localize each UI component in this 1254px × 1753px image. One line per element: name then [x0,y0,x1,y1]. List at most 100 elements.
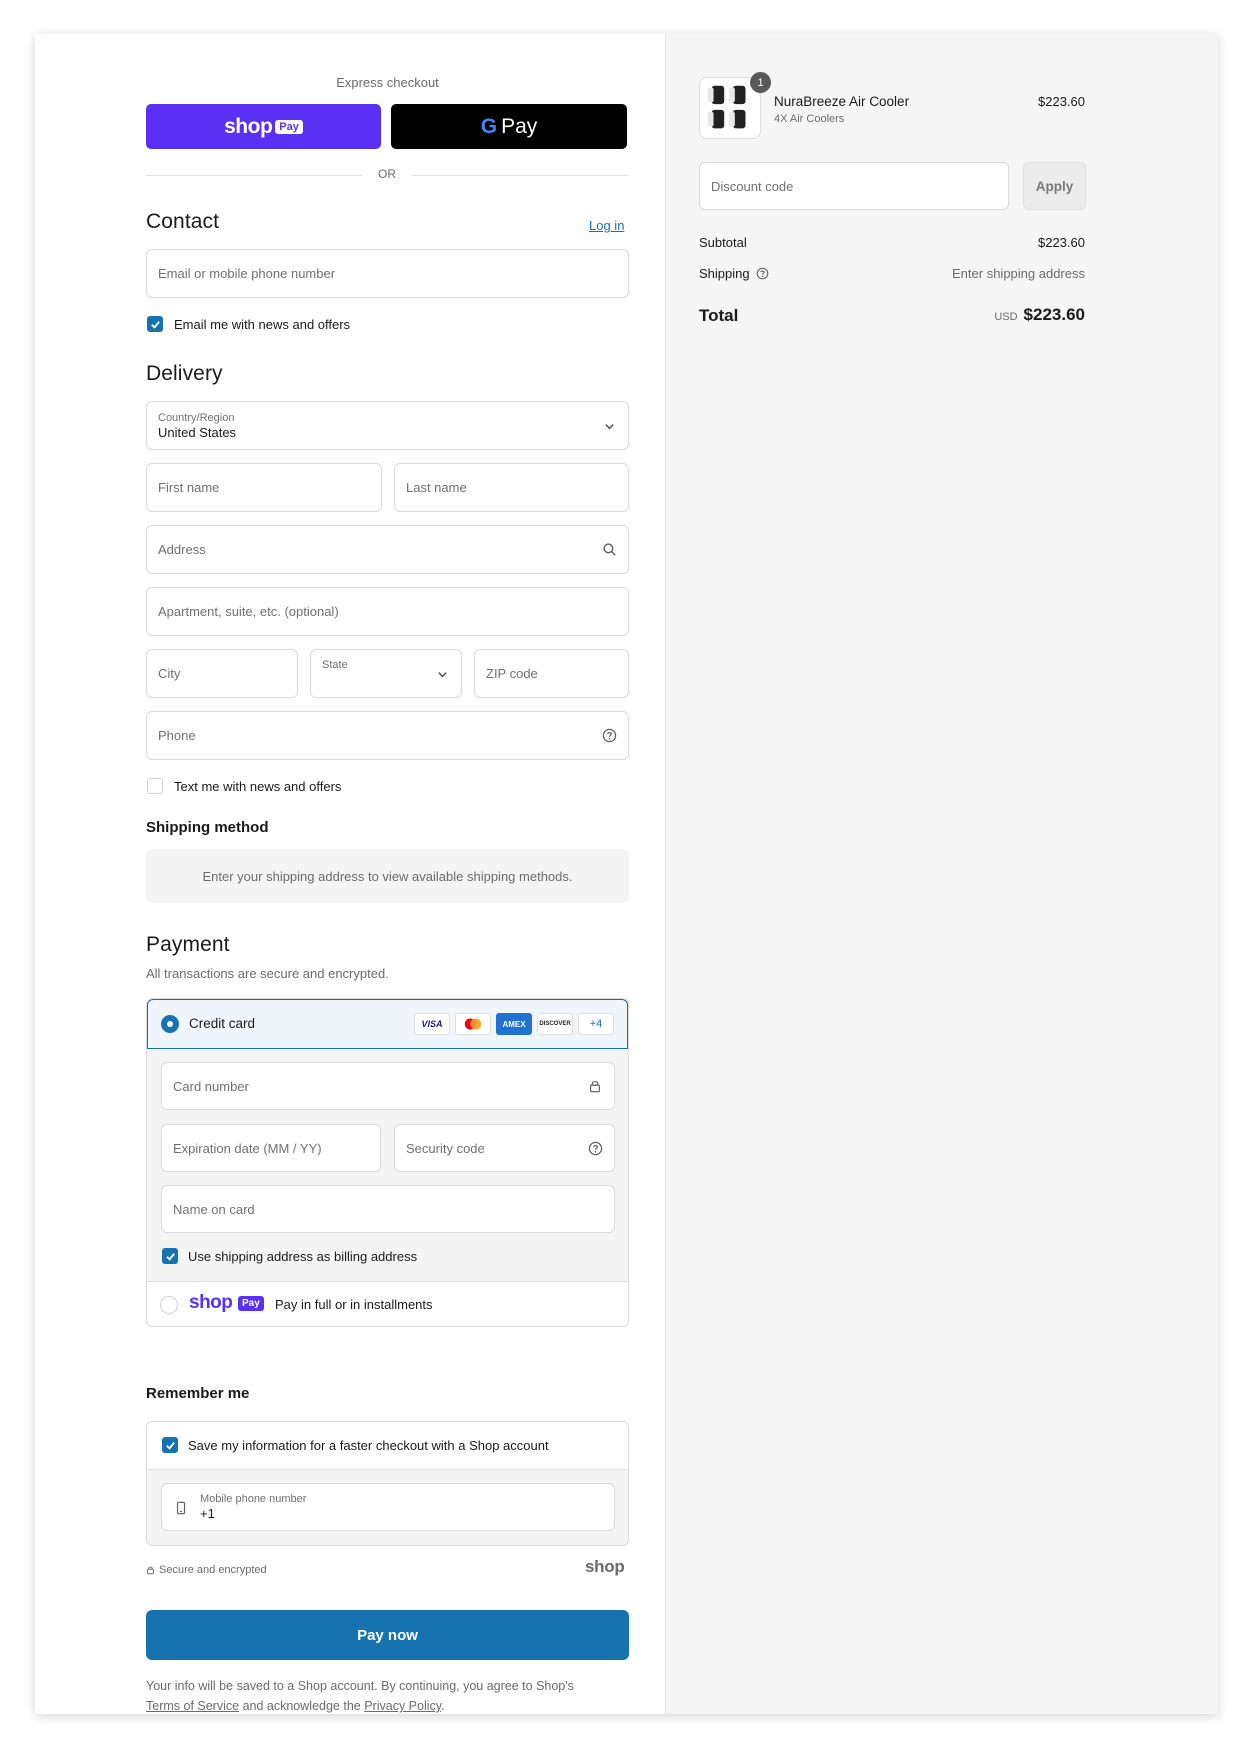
country-value: United States [158,424,237,440]
security-code-placeholder: Security code [406,1140,485,1156]
checkout-page: Express checkout shop Pay G Pay OR Conta… [35,34,1218,1714]
shipping-label-text: Shipping [699,266,750,281]
discover-logo: DISCOVER [537,1013,573,1035]
google-pay-button[interactable]: G Pay [391,104,627,149]
shop-pay-radio[interactable] [160,1296,178,1314]
zip-placeholder: ZIP code [486,666,538,681]
first-name-placeholder: First name [158,480,220,495]
product-price: $223.60 [1038,94,1085,109]
credit-card-radio[interactable] [161,1015,179,1033]
mobile-phone-value: +1 [200,1506,215,1521]
shipping-method-heading: Shipping method [146,819,269,836]
google-pay-word: Pay [501,114,538,138]
privacy-policy-link[interactable]: Privacy Policy [364,1699,441,1713]
email-news-checkbox[interactable] [147,316,163,332]
expiration-field[interactable]: Expiration date (MM / YY) [161,1124,381,1172]
apartment-field[interactable]: Apartment, suite, etc. (optional) [146,587,629,636]
help-circle-icon[interactable] [601,728,617,744]
search-icon[interactable] [601,542,617,558]
shop-pay-button[interactable]: shop Pay [146,104,381,149]
order-summary: 1 NuraBreeze Air Cooler 4X Air Coolers $… [665,34,1218,1714]
total-value: $223.60 [1023,305,1085,324]
address-placeholder: Address [158,542,206,557]
last-name-placeholder: Last name [406,480,467,495]
last-name-field[interactable]: Last name [394,463,629,512]
billing-address-checkbox[interactable] [162,1248,178,1264]
mobile-phone-field[interactable]: Mobile phone number +1 [161,1483,615,1531]
subtotal-label: Subtotal [699,235,747,250]
quantity-badge: 1 [750,72,771,93]
shipping-value: Enter shipping address [952,266,1085,281]
email-news-label: Email me with news and offers [174,317,351,332]
zip-field[interactable]: ZIP code [474,649,629,698]
address-field[interactable]: Address [146,525,629,574]
checkmark-icon [165,1441,175,1450]
login-link[interactable]: Log in [589,218,624,233]
name-on-card-placeholder: Name on card [173,1201,255,1217]
apply-button[interactable]: Apply [1023,162,1086,210]
shipping-label: Shipping [699,266,769,281]
legal-text-middle: and acknowledge the [242,1699,361,1713]
chevron-down-icon [438,672,447,678]
first-name-field[interactable]: First name [146,463,382,512]
credit-card-label: Credit card [189,1016,256,1031]
card-number-placeholder: Card number [173,1078,249,1094]
payment-heading: Payment [146,933,230,956]
phone-icon [176,1501,186,1515]
secure-encrypted-note: Secure and encrypted [146,1564,267,1576]
shop-pay-word: shop [224,114,273,138]
name-on-card-field[interactable]: Name on card [161,1185,615,1233]
shop-pay-badge: Pay [275,119,303,134]
phone-field[interactable]: Phone [146,711,629,760]
shop-pay-word: shop [189,1292,233,1313]
legal-notice: Your info will be saved to a Shop accoun… [146,1676,629,1714]
shipping-method-notice: Enter your shipping address to view avai… [146,849,629,903]
visa-logo: VISA [414,1013,450,1035]
secure-encrypted-text: Secure and encrypted [159,1564,267,1576]
help-circle-icon[interactable] [756,267,769,280]
shop-pay-badge: Pay [238,1296,264,1311]
remember-heading: Remember me [146,1385,250,1402]
save-info-checkbox[interactable] [162,1437,178,1453]
product-variant: 4X Air Coolers [774,113,845,125]
payment-methods: Credit card VISA AMEX DISCOVER +4 Card n… [146,998,629,1327]
express-checkout-title: Express checkout [336,75,439,90]
legal-text-before: Your info will be saved to a Shop accoun… [146,1679,574,1693]
terms-of-service-link[interactable]: Terms of Service [146,1699,239,1713]
discount-code-field[interactable]: Discount code [699,162,1009,210]
pay-now-button[interactable]: Pay now [146,1610,629,1660]
mastercard-logo [455,1013,491,1035]
shipping-method-message: Enter your shipping address to view avai… [202,868,573,884]
lock-icon [587,1078,603,1094]
country-select[interactable]: Country/Region United States [146,401,629,450]
help-circle-icon[interactable] [587,1140,603,1156]
product-name: NuraBreeze Air Cooler [774,94,910,109]
security-code-field[interactable]: Security code [394,1124,615,1172]
shop-pay-option[interactable]: shop Pay Pay in full or in installments [147,1282,628,1326]
state-select[interactable]: State [310,649,462,698]
credit-card-form: Card number Expiration date (MM / YY) Se… [147,1049,628,1282]
email-placeholder: Email or mobile phone number [158,266,336,281]
email-field[interactable]: Email or mobile phone number [146,249,629,298]
more-cards-badge: +4 [578,1013,614,1035]
credit-card-option[interactable]: Credit card VISA AMEX DISCOVER +4 [147,999,628,1049]
google-g-icon: G [480,114,498,138]
expiration-placeholder: Expiration date (MM / YY) [173,1140,322,1156]
city-field[interactable]: City [146,649,298,698]
save-info-label: Save my information for a faster checkou… [188,1438,549,1453]
delivery-heading: Delivery [146,362,223,385]
text-news-checkbox[interactable] [147,778,163,794]
or-separator: OR [378,167,396,181]
country-label: Country/Region [158,411,235,424]
apartment-placeholder: Apartment, suite, etc. (optional) [158,604,339,619]
shop-pay-installments-label: Pay in full or in installments [275,1297,433,1312]
phone-placeholder: Phone [158,728,196,743]
contact-heading: Contact [146,210,220,233]
city-placeholder: City [158,666,181,681]
mobile-phone-section: Mobile phone number +1 [147,1469,628,1545]
total-label: Total [699,306,739,325]
legal-text-end: . [441,1699,445,1713]
remember-me-box: Save my information for a faster checkou… [146,1421,629,1546]
shop-logo: shop [585,1557,625,1576]
card-number-field[interactable]: Card number [161,1062,615,1110]
